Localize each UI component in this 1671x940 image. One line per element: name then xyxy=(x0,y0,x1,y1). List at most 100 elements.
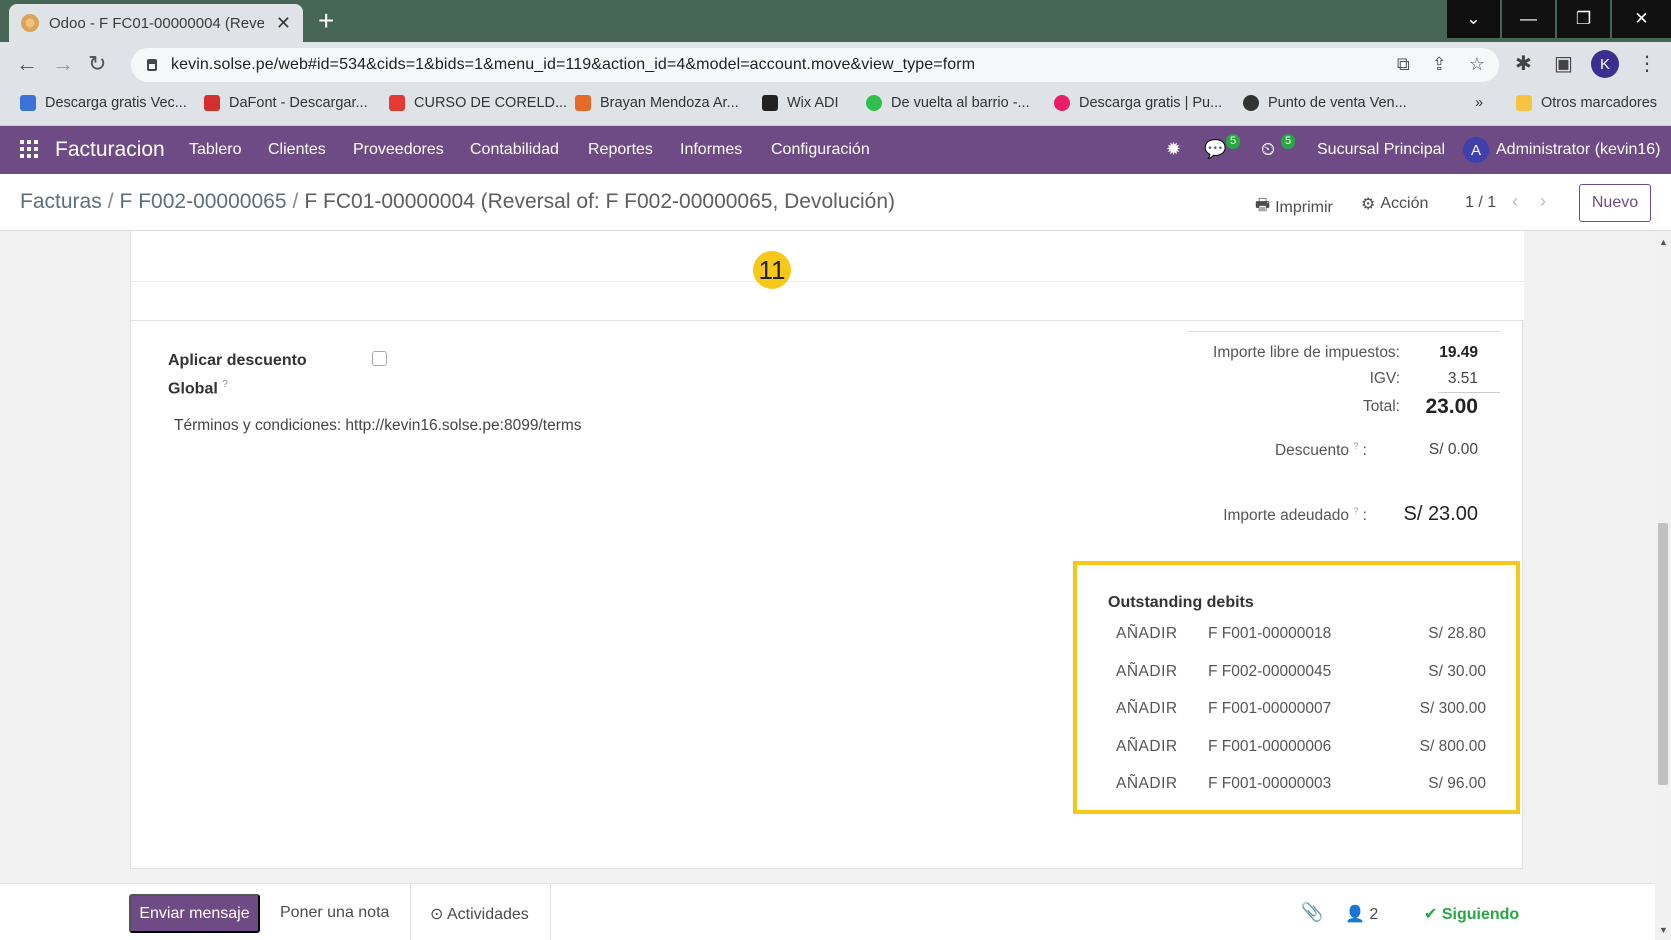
discount-amount-value: S/ 0.00 xyxy=(1428,441,1478,458)
app-brand[interactable]: Facturacion xyxy=(55,138,165,162)
outstanding-ref: F F001-00000006 xyxy=(1208,738,1332,755)
bookmarks-bar: Descarga gratis Vec... DaFont - Descarga… xyxy=(0,86,1671,126)
bookmark-item[interactable]: Wix ADI xyxy=(762,95,839,111)
user-menu[interactable]: Administrator (kevin16) xyxy=(1496,141,1661,159)
add-outstanding-button[interactable]: AÑADIR xyxy=(1116,700,1178,718)
tab-search-icon[interactable]: ⌄ xyxy=(1447,0,1500,38)
side-panel-icon[interactable]: ▣ xyxy=(1554,51,1573,76)
outstanding-amount: S/ 96.00 xyxy=(1428,775,1486,792)
menu-item-configuracion[interactable]: Configuración xyxy=(771,141,870,159)
new-tab-button[interactable]: + xyxy=(318,6,334,36)
bookmark-favicon-icon xyxy=(20,95,36,111)
pager-value[interactable]: 1 / 1 xyxy=(1465,194,1496,212)
total-value: 23.00 xyxy=(1425,395,1478,418)
apps-menu-icon[interactable] xyxy=(20,140,38,158)
menu-item-contabilidad[interactable]: Contabilidad xyxy=(470,141,559,159)
bookmark-item[interactable]: Punto de venta Ven... xyxy=(1243,95,1407,111)
company-switcher[interactable]: Sucursal Principal xyxy=(1317,141,1445,159)
breadcrumb-separator: / xyxy=(107,190,114,213)
close-tab-icon[interactable]: ✕ xyxy=(276,13,291,34)
add-outstanding-button[interactable]: AÑADIR xyxy=(1116,738,1178,756)
clock-icon: ⊙ xyxy=(430,906,444,923)
bookmark-item[interactable]: Brayan Mendoza Ar... xyxy=(575,95,739,111)
step-number-badge: 11 xyxy=(753,251,791,289)
new-button[interactable]: Nuevo xyxy=(1579,184,1651,222)
bookmark-item[interactable]: Descarga gratis Vec... xyxy=(20,95,187,111)
global-discount-checkbox[interactable] xyxy=(372,351,387,366)
activities-clock-icon[interactable]: ⏲ xyxy=(1261,139,1275,160)
terms-and-conditions: Términos y condiciones: http://kevin16.s… xyxy=(174,417,582,434)
reload-icon[interactable]: ↻ xyxy=(88,51,106,77)
scroll-down-arrow-icon[interactable]: ▼ xyxy=(1659,925,1668,935)
other-bookmarks-folder[interactable]: Otros marcadores xyxy=(1516,95,1657,111)
breadcrumb: Facturas / F F002-00000065/F FC01-00000004… xyxy=(20,190,895,214)
control-panel: Facturas / F F002-00000065/F FC01-00000004… xyxy=(0,174,1671,231)
pager-next-icon[interactable]: › xyxy=(1540,191,1546,212)
user-avatar[interactable]: A xyxy=(1463,137,1489,163)
scroll-thumb[interactable] xyxy=(1658,523,1668,785)
menu-item-tablero[interactable]: Tablero xyxy=(189,141,241,159)
following-button[interactable]: ✔ Siguiendo xyxy=(1424,904,1519,924)
untaxed-label: Importe libre de impuestos: xyxy=(1213,344,1400,361)
attachment-paperclip-icon[interactable]: 📎 xyxy=(1301,902,1323,923)
printer-icon: 🖶 xyxy=(1255,197,1271,214)
igv-label: IGV: xyxy=(1369,370,1400,387)
bookmark-favicon-icon xyxy=(762,95,778,111)
browser-tab-active[interactable]: Odoo - F FC01-00000004 (Reversal of: F F… xyxy=(9,4,303,42)
messages-icon[interactable]: 💬 xyxy=(1204,139,1226,160)
bookmark-item[interactable]: CURSO DE CORELD... xyxy=(389,95,567,111)
pager-previous-icon[interactable]: ‹ xyxy=(1512,191,1518,212)
send-message-button[interactable]: Enviar mensaje xyxy=(129,894,260,933)
folder-icon xyxy=(1516,95,1532,111)
outstanding-ref: F F001-00000007 xyxy=(1208,700,1332,717)
menu-item-proveedores[interactable]: Proveedores xyxy=(353,141,444,159)
activities-button[interactable]: ⊙ Actividades xyxy=(430,904,529,924)
translate-icon[interactable]: ⧉ xyxy=(1397,54,1410,75)
help-tooltip-icon[interactable]: ? xyxy=(222,379,228,390)
bookmark-favicon-icon xyxy=(204,95,220,111)
profile-avatar[interactable]: K xyxy=(1591,50,1619,78)
back-icon[interactable]: ← xyxy=(16,51,38,77)
followers-button[interactable]: 👤 2 xyxy=(1345,904,1378,924)
add-outstanding-button[interactable]: AÑADIR xyxy=(1116,663,1178,681)
breadcrumb-facturas[interactable]: Facturas xyxy=(20,190,102,213)
minimize-window-button[interactable]: — xyxy=(1502,0,1555,38)
igv-value: 3.51 xyxy=(1447,370,1478,387)
share-icon[interactable]: ⇪ xyxy=(1432,54,1447,75)
add-outstanding-button[interactable]: AÑADIR xyxy=(1116,775,1178,793)
bookmark-item[interactable]: DaFont - Descargar... xyxy=(204,95,368,111)
bookmark-item[interactable]: Descarga gratis | Pu... xyxy=(1054,95,1222,111)
print-button[interactable]: 🖶 Imprimir xyxy=(1255,194,1333,221)
browser-menu-icon[interactable]: ⋮ xyxy=(1637,51,1657,76)
browser-tabstrip: Odoo - F FC01-00000004 (Reversal of: F F… xyxy=(0,0,1671,42)
outstanding-debits-title: Outstanding debits xyxy=(1108,594,1254,611)
activities-count-badge: 5 xyxy=(1281,134,1296,149)
divider xyxy=(131,281,1524,282)
extensions-icon[interactable]: ✱ xyxy=(1515,51,1532,76)
address-bar[interactable]: kevin.solse.pe/web#id=534&cids=1&bids=1&… xyxy=(131,48,1499,82)
menu-item-informes[interactable]: Informes xyxy=(680,141,742,159)
close-window-button[interactable]: ✕ xyxy=(1612,0,1671,38)
outstanding-amount: S/ 28.80 xyxy=(1428,625,1486,642)
amount-due-label: Importe adeudado ? : xyxy=(1223,506,1367,525)
restore-window-button[interactable]: ❐ xyxy=(1557,0,1610,38)
more-bookmarks-button[interactable]: » xyxy=(1475,95,1483,111)
debug-bug-icon[interactable]: ✹ xyxy=(1166,139,1181,160)
add-outstanding-button[interactable]: AÑADIR xyxy=(1116,625,1178,643)
page-scrollbar[interactable]: ▲ ▼ xyxy=(1655,231,1671,940)
bookmark-favicon-icon xyxy=(866,95,882,111)
menu-item-clientes[interactable]: Clientes xyxy=(268,141,326,159)
scroll-up-arrow-icon[interactable]: ▲ xyxy=(1659,237,1668,247)
bookmark-favicon-icon xyxy=(1054,95,1070,111)
outstanding-amount: S/ 30.00 xyxy=(1428,663,1486,680)
bookmark-item[interactable]: De vuelta al barrio -... xyxy=(866,95,1030,111)
url-text: kevin.solse.pe/web#id=534&cids=1&bids=1&… xyxy=(171,56,976,73)
action-button[interactable]: ⚙ Acción xyxy=(1361,194,1428,214)
breadcrumb-separator: / xyxy=(292,190,299,213)
menu-item-reportes[interactable]: Reportes xyxy=(588,141,653,159)
bookmark-star-icon[interactable]: ☆ xyxy=(1469,54,1485,75)
breadcrumb-parent-invoice[interactable]: F F002-00000065 xyxy=(120,190,287,213)
forward-icon[interactable]: → xyxy=(52,51,74,77)
log-note-button[interactable]: Poner una nota xyxy=(280,904,389,922)
odoo-favicon-icon xyxy=(21,14,39,32)
